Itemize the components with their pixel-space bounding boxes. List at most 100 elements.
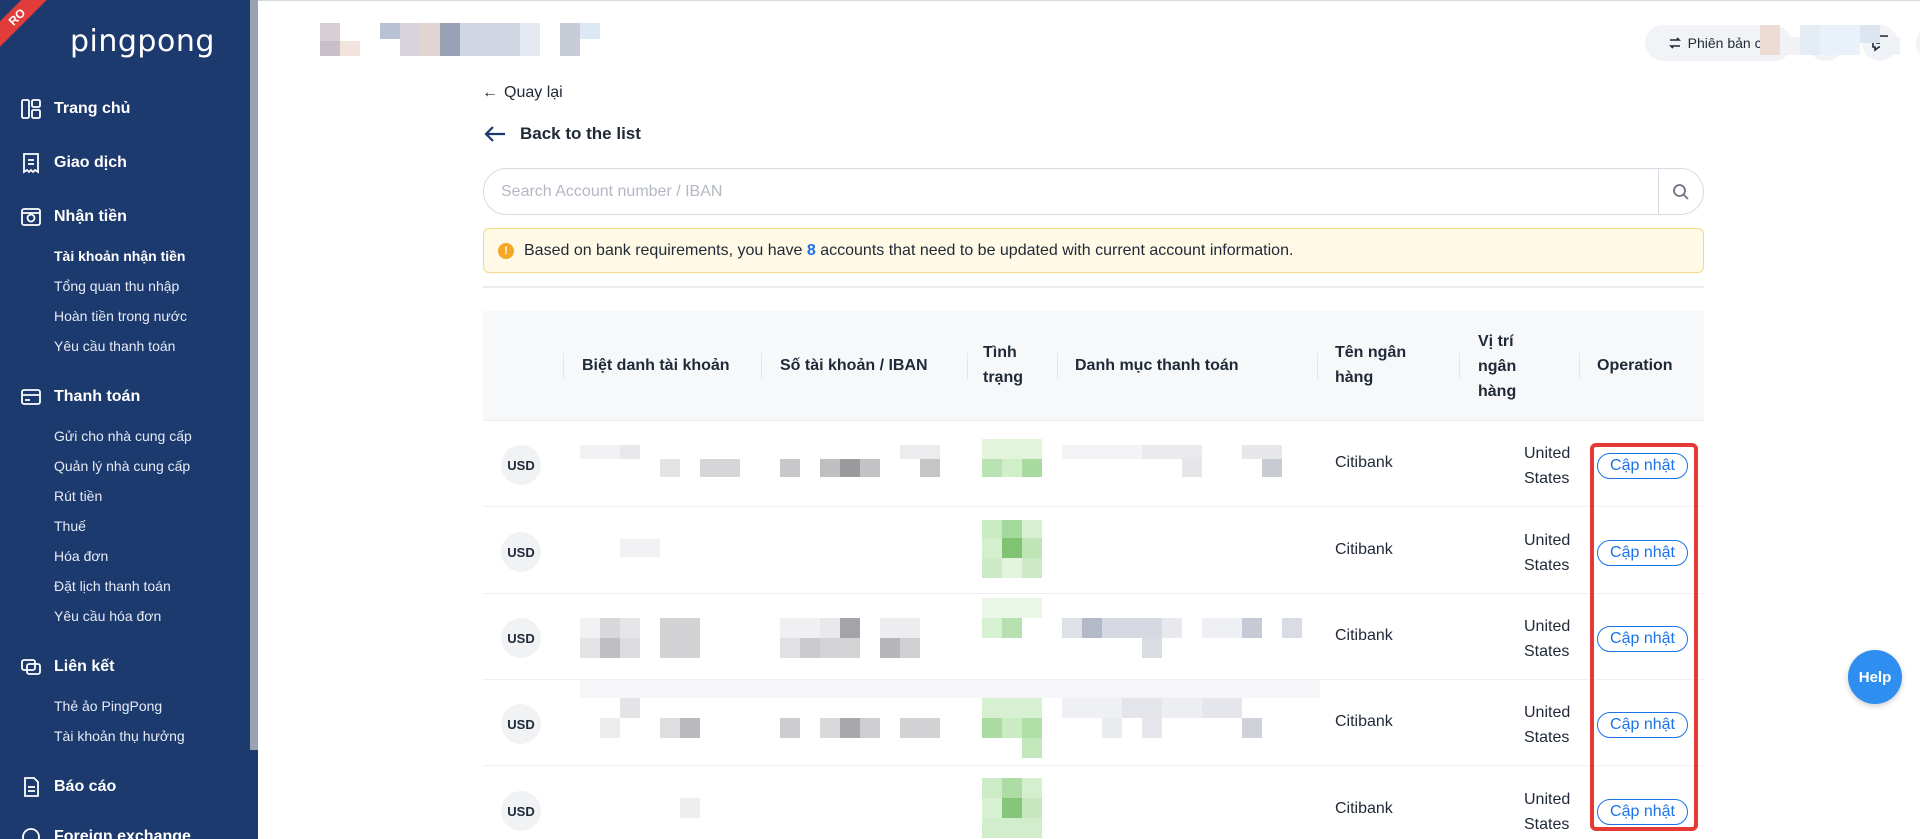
currency-badge: USD [501,532,541,572]
report-icon [24,777,39,797]
back-to-list-label: Back to the list [520,124,641,143]
sidebar-item-label: Foreign exchange [54,828,191,839]
column-separator [967,353,968,379]
dashboard-icon [21,99,41,119]
bank-name-cell: Citibank [1335,713,1393,730]
sidebar-item-scheduled-payments[interactable]: Đặt lịch thanh toán [54,578,171,594]
bank-location-cell: United States [1524,614,1584,664]
column-header-payment-category: Danh mục thanh toán [1075,357,1239,374]
environment-ribbon: RO [0,0,56,56]
sidebar-item-reports[interactable]: Báo cáo [20,776,116,798]
sidebar-item-send-to-supplier[interactable]: Gửi cho nhà cung cấp [54,428,192,444]
alert-text: Based on bank requirements, you have 8 a… [524,242,1293,260]
bank-location: United States [1524,532,1571,574]
alert-text-before: Based on bank requirements, you have [524,241,803,259]
top-bar: Phiên bản cũ [258,0,1920,80]
update-button[interactable]: Cập nhật [1597,540,1688,566]
sidebar-item-label: Thanh toán [54,388,141,405]
app-root: RO pingpong Trang chủ Giao dịch Nhận tiề… [0,0,1920,839]
sidebar-scrollbar[interactable] [250,0,258,750]
search-icon [1673,183,1689,200]
sidebar-item-invoices[interactable]: Hóa đơn [54,548,108,564]
column-header-operation: Operation [1597,357,1673,374]
column-separator [1057,353,1058,379]
column-separator [1579,353,1580,379]
sidebar-item-receiving-accounts[interactable]: Tài khoản nhận tiền [54,248,185,264]
divider [483,286,1704,288]
bank-location: United States [1524,445,1571,487]
column-separator [1459,353,1460,379]
sidebar-item-links[interactable]: Liên kết [20,656,114,678]
sidebar-item-beneficiary-accounts[interactable]: Tài khoản thụ hưởng [54,728,185,744]
currency-badge: USD [501,791,541,831]
column-header-status: Tình trạng [983,344,1023,386]
receipt-icon [23,153,39,174]
column-separator [1317,353,1318,379]
pingpong-logo: pingpong [70,24,215,59]
sidebar-item-receive-money[interactable]: Nhận tiền [20,206,127,228]
column-separator [563,353,564,379]
table-row: USD Citibank United States Cập nhật [483,508,1704,594]
back-label: Quay lại [504,84,563,101]
sidebar-item-domestic-refund[interactable]: Hoàn tiền trong nước [54,308,187,324]
column-header-account-number: Số tài khoản / IBAN [780,357,928,374]
table-row: USD Citibank United States Cập nhật [483,680,1704,766]
bank-location: United States [1524,704,1571,746]
back-link[interactable]: ← Quay lại [482,84,563,102]
search-button[interactable] [1658,169,1703,214]
bank-location-cell: United States [1524,528,1584,578]
currency-badge: USD [501,618,541,658]
sidebar-item-manage-suppliers[interactable]: Quản lý nhà cung cấp [54,458,190,474]
column-header-bank-name: Tên ngân hàng [1335,344,1407,386]
table-row: USD Citibank United States Cập nhật [483,594,1704,680]
back-to-list-link[interactable]: Back to the list [484,124,641,144]
bank-location-cell: United States [1524,441,1584,491]
update-required-alert: ! Based on bank requirements, you have 8… [483,228,1704,273]
bank-location-cell: United States [1524,787,1584,837]
sidebar-item-tax[interactable]: Thuế [54,518,86,534]
sidebar-item-withdraw[interactable]: Rút tiền [54,488,102,504]
old-version-label: Phiên bản cũ [1687,35,1770,51]
update-button[interactable]: Cập nhật [1597,799,1688,825]
arrow-left-icon: ← [482,84,498,101]
sidebar-item-label: Liên kết [54,658,115,675]
sidebar-item-foreign-exchange[interactable]: Foreign exchange [20,826,191,839]
sidebar-item-label: Nhận tiền [54,208,127,225]
payment-card-icon [21,389,41,405]
table-header: Biệt danh tài khoản Số tài khoản / IBAN … [483,311,1704,421]
bank-name-cell: Citibank [1335,800,1393,817]
exchange-icon [22,828,40,839]
alert-count: 8 [806,241,816,259]
update-button[interactable]: Cập nhật [1597,626,1688,652]
update-button[interactable]: Cập nhật [1597,712,1688,738]
swap-icon [1668,37,1681,49]
sidebar-item-payments[interactable]: Thanh toán [20,386,140,408]
sidebar-item-payment-request[interactable]: Yêu cầu thanh toán [54,338,175,354]
floating-help-button[interactable]: Help [1848,650,1902,704]
sidebar-item-income-overview[interactable]: Tổng quan thu nhập [54,278,179,294]
sidebar-item-invoice-request[interactable]: Yêu cầu hóa đơn [54,608,161,624]
search-input[interactable] [484,169,1658,214]
bank-name-cell: Citibank [1335,627,1393,644]
update-button[interactable]: Cập nhật [1597,453,1688,479]
sidebar-item-transactions[interactable]: Giao dịch [20,152,127,174]
column-header-bank-location: Vị trí ngân hàng [1478,333,1517,400]
alert-text-after: accounts that need to be updated with cu… [820,241,1294,259]
currency-badge: USD [501,445,541,485]
sidebar: RO pingpong Trang chủ Giao dịch Nhận tiề… [0,0,258,839]
bank-name-cell: Citibank [1335,454,1393,471]
help-button[interactable] [1916,25,1920,61]
link-cards-icon [21,659,41,675]
table-row: USD Citibank United States Cập nhật [483,421,1704,507]
sidebar-item-label: Báo cáo [54,778,117,795]
bank-location: United States [1524,618,1571,660]
arrow-left-icon [484,126,505,142]
warning-icon: ! [498,242,514,259]
receive-money-icon [21,208,41,226]
sidebar-item-virtual-card[interactable]: Thẻ ảo PingPong [54,698,162,714]
sidebar-item-home[interactable]: Trang chủ [20,98,130,120]
sidebar-item-label: Trang chủ [54,100,131,117]
column-separator [761,353,762,379]
account-search [483,168,1704,215]
currency-badge: USD [501,704,541,744]
